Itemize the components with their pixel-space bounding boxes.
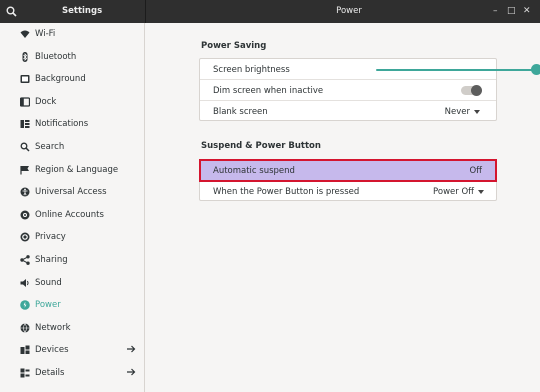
sidebar-item-label: Network [35, 322, 71, 333]
power-panel: Power Saving Screen brightness Dim scree… [146, 23, 540, 392]
automatic-suspend-value: Off [469, 166, 482, 176]
sidebar-item-label: Dock [35, 96, 57, 107]
sidebar-item-label: Search [35, 142, 65, 152]
sidebar: Wi-Fi Bluetooth Background Dock Notifica… [0, 23, 145, 392]
background-icon [20, 75, 30, 84]
sidebar-item-sharing[interactable]: Sharing [0, 249, 144, 272]
close-button[interactable]: ✕ [523, 6, 531, 16]
sidebar-item-wifi[interactable]: Wi-Fi [0, 23, 144, 46]
suspend-panel: Automatic suspend Off When the Power But… [199, 159, 497, 201]
sidebar-item-sound[interactable]: Sound [0, 272, 144, 295]
sidebar-item-devices[interactable]: Devices [0, 339, 144, 362]
dim-screen-row: Dim screen when inactive [200, 80, 496, 101]
power-button-dropdown[interactable]: Power Off [433, 187, 474, 197]
power-saving-panel: Screen brightness Dim screen when inacti… [199, 58, 540, 122]
dim-screen-label: Dim screen when inactive [213, 86, 324, 96]
power-icon [20, 300, 30, 310]
notifications-icon [20, 120, 30, 129]
sidebar-item-notifications[interactable]: Notifications [0, 113, 144, 136]
automatic-suspend-row[interactable]: Automatic suspend Off [199, 159, 497, 182]
header-bar: Settings Power – □ ✕ [0, 0, 540, 23]
sidebar-item-online-accounts[interactable]: Online Accounts [0, 204, 144, 227]
minimize-button[interactable]: – [493, 6, 498, 16]
maximize-button[interactable]: □ [507, 6, 516, 16]
blank-screen-dropdown[interactable]: Never [445, 107, 470, 117]
sidebar-item-label: Power [35, 300, 61, 311]
sidebar-item-background[interactable]: Background [0, 68, 144, 91]
chevron-right-icon [127, 345, 136, 353]
online-accounts-icon [20, 210, 30, 220]
power-saving-title: Power Saving [201, 41, 267, 51]
screen-brightness-label: Screen brightness [213, 65, 290, 75]
sidebar-item-network[interactable]: Network [0, 317, 144, 340]
brightness-slider[interactable] [376, 69, 536, 71]
sound-icon [20, 278, 29, 287]
sidebar-item-label: Bluetooth [35, 51, 77, 62]
sidebar-item-label: Devices [35, 345, 69, 356]
chevron-right-icon [127, 368, 136, 376]
sidebar-item-search[interactable]: Search [0, 136, 144, 159]
sidebar-item-details[interactable]: Details [0, 362, 144, 385]
dim-screen-toggle[interactable] [461, 85, 482, 96]
screen-brightness-row: Screen brightness [200, 59, 540, 80]
search-icon [20, 142, 30, 152]
sidebar-item-label: Notifications [35, 119, 89, 130]
power-button-row[interactable]: When the Power Button is pressed Power O… [200, 181, 496, 202]
privacy-icon [20, 232, 30, 242]
sidebar-item-label: Privacy [35, 232, 66, 243]
blank-screen-label: Blank screen [213, 107, 268, 117]
chevron-down-icon [474, 110, 480, 114]
sidebar-item-privacy[interactable]: Privacy [0, 226, 144, 249]
blank-screen-row[interactable]: Blank screen Never [200, 101, 496, 122]
power-button-label: When the Power Button is pressed [213, 187, 360, 197]
sidebar-item-label: Wi-Fi [35, 29, 56, 39]
brightness-slider-handle[interactable] [530, 64, 540, 75]
sharing-icon [20, 255, 30, 265]
region-icon [20, 165, 29, 175]
sidebar-item-universal-access[interactable]: Universal Access [0, 181, 144, 204]
sidebar-item-label: Online Accounts [35, 209, 104, 220]
bluetooth-icon [22, 51, 28, 62]
suspend-title: Suspend & Power Button [201, 141, 321, 151]
sidebar-item-label: Sound [35, 277, 62, 288]
sidebar-item-dock[interactable]: Dock [0, 91, 144, 114]
sidebar-item-label: Details [35, 368, 65, 378]
sidebar-item-label: Sharing [35, 255, 68, 265]
devices-icon [20, 345, 30, 355]
sidebar-item-label: Background [35, 74, 86, 85]
details-icon [20, 368, 30, 378]
dock-icon [20, 97, 30, 107]
accessibility-icon [20, 187, 30, 197]
sidebar-item-power[interactable]: Power [0, 294, 144, 317]
wifi-icon [20, 30, 30, 38]
sidebar-item-bluetooth[interactable]: Bluetooth [0, 46, 144, 69]
network-icon [20, 323, 30, 333]
panel-title: Power [336, 6, 362, 16]
sidebar-item-label: Region & Language [35, 164, 119, 175]
toggle-knob [471, 85, 482, 96]
automatic-suspend-label: Automatic suspend [213, 166, 295, 176]
sidebar-item-label: Universal Access [35, 187, 107, 198]
chevron-down-icon [478, 190, 484, 194]
sidebar-item-region-language[interactable]: Region & Language [0, 159, 144, 182]
